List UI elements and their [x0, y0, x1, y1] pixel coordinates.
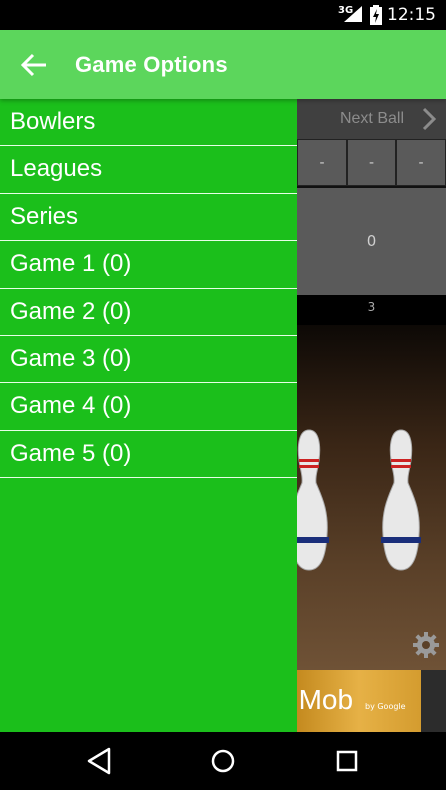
drawer-item-bowlers[interactable]: Bowlers — [0, 99, 297, 147]
bowling-pin-icon[interactable] — [297, 425, 341, 575]
drawer-item-label: Game 2 (0) — [10, 297, 132, 325]
status-bar: 3G 12:15 — [0, 0, 446, 30]
gear-icon[interactable] — [412, 631, 440, 659]
ad-banner[interactable]: dMob by Google — [297, 670, 421, 732]
arrow-left-icon[interactable] — [18, 50, 50, 80]
drawer-item-label: Game 4 (0) — [10, 392, 132, 420]
ad-banner-edge — [421, 670, 446, 732]
navigation-drawer: Bowlers Leagues Series Game 1 (0) Game 2… — [0, 99, 297, 732]
clock: 12:15 — [387, 5, 436, 25]
drawer-item-leagues[interactable]: Leagues — [0, 146, 297, 194]
bowling-pin-icon[interactable] — [369, 425, 433, 575]
ball-cell-1[interactable]: - — [297, 139, 347, 186]
ad-subtext: by Google — [365, 702, 406, 711]
drawer-item-series[interactable]: Series — [0, 194, 297, 242]
page-title: Game Options — [75, 52, 228, 77]
next-ball-label: Next Ball — [339, 110, 404, 127]
triangle-back-icon[interactable] — [86, 746, 112, 776]
drawer-item-label: Game 3 (0) — [10, 344, 132, 372]
chevron-right-icon — [422, 107, 436, 131]
next-ball-button[interactable]: Next Ball — [297, 99, 446, 139]
drawer-item-game-2[interactable]: Game 2 (0) — [0, 289, 297, 336]
ball-cell-3[interactable]: - — [396, 139, 446, 186]
drawer-item-label: Game 5 (0) — [10, 439, 132, 467]
drawer-item-game-4[interactable]: Game 4 (0) — [0, 383, 297, 431]
system-nav-bar — [0, 732, 446, 790]
drawer-item-game-1[interactable]: Game 1 (0) — [0, 241, 297, 289]
drawer-item-game-3[interactable]: Game 3 (0) — [0, 336, 297, 384]
ball-cell-2[interactable]: - — [347, 139, 396, 186]
frame-number: 3 — [297, 295, 446, 325]
circle-home-icon[interactable] — [209, 746, 237, 776]
game-screen-background: Next Ball - - - 0 3 Mob by Google — [297, 99, 446, 732]
drawer-item-game-5[interactable]: Game 5 (0) — [0, 431, 297, 479]
battery-charging-icon — [370, 5, 382, 25]
drawer-item-label: Game 1 (0) — [10, 250, 132, 278]
drawer-item-label: Bowlers — [10, 108, 96, 135]
square-recents-icon[interactable] — [334, 746, 360, 776]
drawer-item-label: Series — [10, 202, 79, 230]
ad-text: dMob — [297, 684, 354, 715]
frame-total-score[interactable]: 0 — [297, 188, 446, 295]
bowling-lane — [297, 325, 446, 670]
drawer-item-label: Leagues — [10, 155, 103, 183]
frame-ball-cells: - - - — [297, 139, 446, 188]
signal-icon — [344, 6, 362, 22]
app-bar: Game Options — [0, 30, 446, 99]
